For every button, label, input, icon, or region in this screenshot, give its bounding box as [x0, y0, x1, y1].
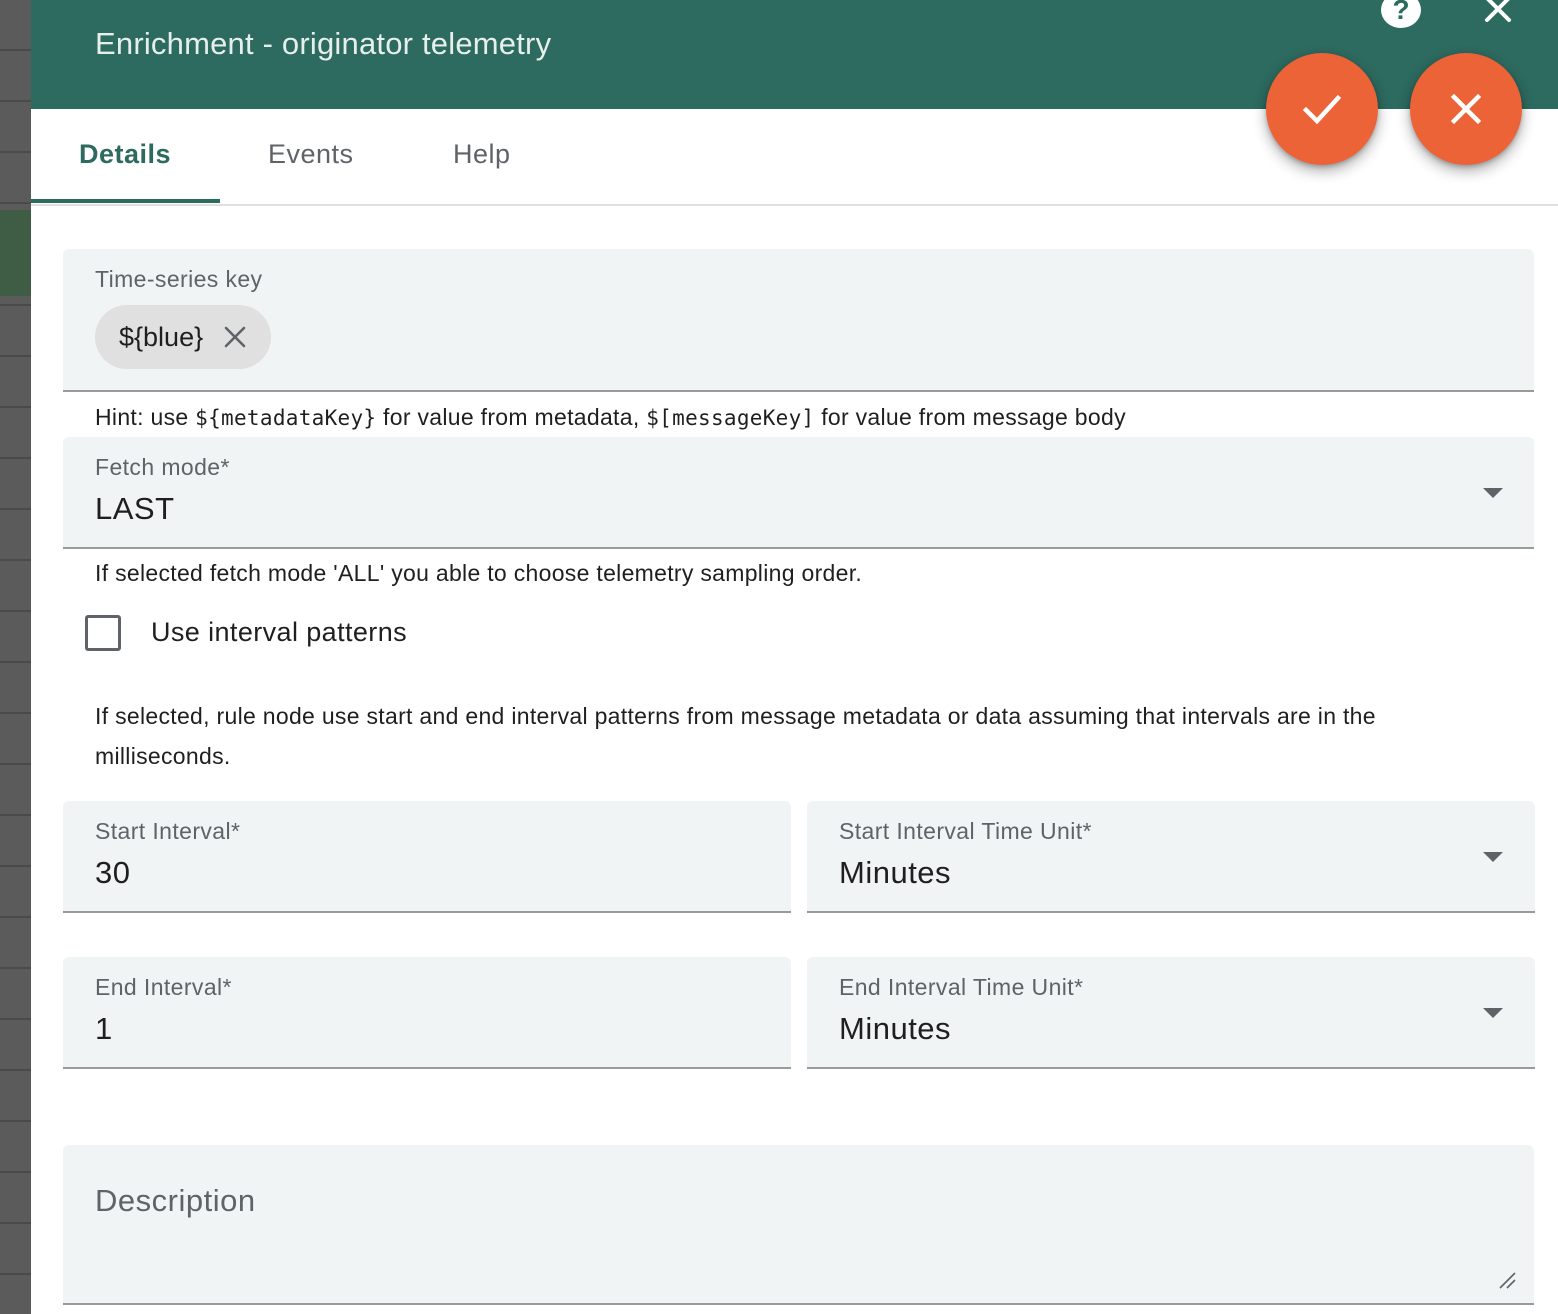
description-textarea[interactable]: Description: [63, 1145, 1534, 1305]
fetch-mode-label: Fetch mode*: [95, 454, 230, 480]
background-app-strip: [0, 0, 31, 1314]
active-tab-indicator: [31, 199, 220, 203]
description-placeholder: Description: [95, 1183, 256, 1218]
timeseries-chip: ${blue}: [95, 305, 272, 369]
start-interval-field[interactable]: Start Interval* 30: [63, 801, 791, 913]
end-interval-unit-select[interactable]: End Interval Time Unit* Minutes: [807, 957, 1535, 1069]
timeseries-hint: Hint: use ${metadataKey} for value from …: [95, 404, 1126, 431]
tab-help[interactable]: Help: [453, 139, 511, 170]
tab-events[interactable]: Events: [268, 139, 354, 170]
chip-remove-icon[interactable]: [221, 323, 249, 351]
start-unit-label: Start Interval Time Unit*: [839, 818, 1092, 844]
chip-label: ${blue}: [119, 321, 204, 352]
hint-text: for value from metadata,: [376, 404, 647, 430]
interval-patterns-hint: If selected, rule node use start and end…: [95, 696, 1376, 776]
timeseries-key-label: Time-series key: [95, 266, 263, 292]
end-interval-value: 1: [95, 1011, 113, 1046]
hint-code-metadata: ${metadataKey}: [195, 406, 377, 430]
hint-line: milliseconds.: [95, 743, 231, 769]
resize-handle-icon[interactable]: [1498, 1271, 1516, 1289]
chevron-down-icon: [1483, 1008, 1503, 1018]
close-icon[interactable]: [1478, 0, 1518, 30]
start-interval-value: 30: [95, 855, 131, 890]
dialog-title: Enrichment - originator telemetry: [95, 26, 552, 61]
chevron-down-icon: [1483, 852, 1503, 862]
hint-text: for value from message body: [814, 404, 1126, 430]
tab-details[interactable]: Details: [79, 139, 171, 170]
hint-code-message: $[messageKey]: [646, 406, 815, 430]
hint-text: Hint: use: [95, 404, 196, 430]
fetch-mode-select[interactable]: Fetch mode* LAST: [63, 437, 1534, 549]
screen: Enrichment - originator telemetry ? Deta…: [0, 0, 1558, 1314]
fetch-mode-hint: If selected fetch mode 'ALL' you able to…: [95, 560, 863, 586]
fetch-mode-value: LAST: [95, 491, 175, 526]
chevron-down-icon: [1483, 488, 1503, 498]
end-unit-label: End Interval Time Unit*: [839, 974, 1084, 1000]
interval-patterns-label[interactable]: Use interval patterns: [151, 617, 407, 648]
hint-line: If selected, rule node use start and end…: [95, 703, 1376, 729]
help-icon[interactable]: ?: [1381, 0, 1421, 28]
rule-node-dialog: Enrichment - originator telemetry ? Deta…: [31, 0, 1558, 1314]
start-interval-label: Start Interval*: [95, 818, 241, 844]
start-interval-unit-select[interactable]: Start Interval Time Unit* Minutes: [807, 801, 1535, 913]
end-interval-field[interactable]: End Interval* 1: [63, 957, 791, 1069]
start-unit-value: Minutes: [839, 855, 952, 890]
tab-bar: Details Events Help: [31, 109, 1558, 206]
timeseries-key-field[interactable]: Time-series key ${blue}: [63, 249, 1534, 392]
end-interval-label: End Interval*: [95, 974, 232, 1000]
end-unit-value: Minutes: [839, 1011, 952, 1046]
interval-patterns-checkbox[interactable]: [85, 615, 121, 651]
background-highlight: [0, 210, 31, 296]
